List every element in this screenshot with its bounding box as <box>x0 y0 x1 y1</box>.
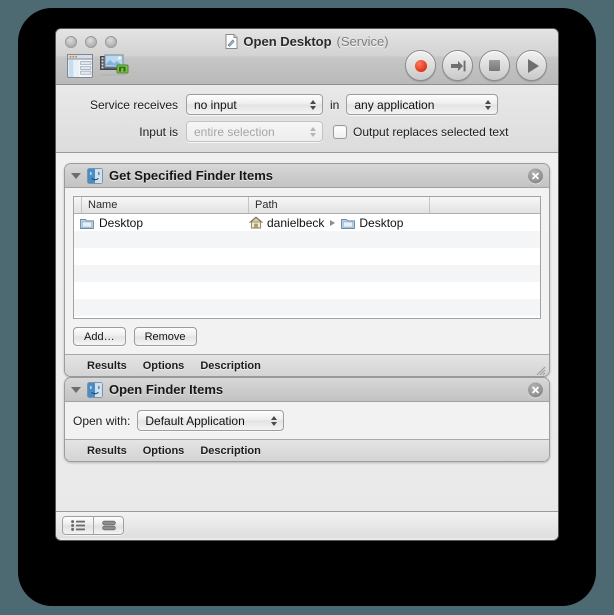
window-titlebar[interactable]: Open Desktop (Service) <box>56 29 558 85</box>
chevron-down-icon[interactable] <box>71 386 81 393</box>
finder-icon <box>87 167 103 184</box>
remove-button[interactable]: Remove <box>133 327 197 346</box>
input-is-select: entire selection <box>186 121 323 142</box>
toolbar-right-group <box>405 50 547 81</box>
automator-window: Open Desktop (Service) Service receives … <box>55 28 559 541</box>
step-button[interactable] <box>442 50 473 81</box>
table-column-name[interactable]: Name <box>82 197 249 213</box>
hide-library-icon[interactable] <box>67 54 93 83</box>
action-get-specified-finder-items[interactable]: Get Specified Finder Items Name Path Des… <box>64 163 550 377</box>
table-row[interactable]: Desktop danielbeck Desktop <box>74 214 540 231</box>
output-replaces-label: Output replaces selected text <box>353 124 509 139</box>
updown-arrows-icon <box>310 99 316 110</box>
media-browser-icon[interactable] <box>100 54 130 83</box>
table-column-icon[interactable] <box>74 197 82 213</box>
play-icon <box>527 58 539 73</box>
home-icon <box>248 216 264 229</box>
table-buttons: Add… Remove <box>73 327 541 346</box>
service-receives-select[interactable]: no input <box>186 94 323 115</box>
table-empty-row[interactable] <box>74 316 540 318</box>
action-title: Get Specified Finder Items <box>109 168 273 183</box>
service-receives-label: Service receives <box>89 97 178 112</box>
chevron-down-icon[interactable] <box>71 172 81 179</box>
finder-icon <box>87 381 103 398</box>
action-body: Name Path Desktop danielbeck Desktop Add… <box>65 188 549 354</box>
row-path-cell: danielbeck Desktop <box>248 215 404 230</box>
output-replaces-checkbox[interactable]: Output replaces selected text <box>333 124 509 139</box>
record-button[interactable] <box>405 50 436 81</box>
view-mode-segmented-control <box>62 515 124 535</box>
updown-arrows-icon <box>271 415 278 426</box>
toolbar-left-group <box>67 54 130 83</box>
updown-arrows-icon <box>310 126 316 137</box>
in-label: in <box>330 97 340 112</box>
table-empty-row[interactable] <box>74 248 540 265</box>
tab-options[interactable]: Options <box>143 360 185 372</box>
resize-handle[interactable] <box>535 363 546 376</box>
stacked-view-icon[interactable] <box>93 516 123 534</box>
updown-arrows-icon <box>485 99 492 110</box>
run-button[interactable] <box>516 50 547 81</box>
open-with-label: Open with: <box>73 413 131 428</box>
tab-description[interactable]: Description <box>200 445 261 457</box>
window-title-text: Open Desktop <box>243 34 332 49</box>
action-header[interactable]: Get Specified Finder Items <box>65 164 549 188</box>
window-title-suffix: (Service) <box>336 34 389 49</box>
path-part-text: Desktop <box>359 215 404 230</box>
action-open-finder-items[interactable]: Open Finder Items Open with: Default App… <box>64 377 550 462</box>
stop-button[interactable] <box>479 50 510 81</box>
action-title: Open Finder Items <box>109 382 224 397</box>
input-is-value: entire selection <box>194 124 275 139</box>
input-is-row: Input is entire selection Output replace… <box>66 120 548 143</box>
table-empty-row[interactable] <box>74 299 540 316</box>
open-with-select[interactable]: Default Application <box>137 410 285 431</box>
finder-items-table[interactable]: Name Path Desktop danielbeck Desktop <box>73 196 541 319</box>
stop-icon <box>489 60 500 71</box>
table-column-extra[interactable] <box>430 197 540 213</box>
checkbox-box-icon <box>333 124 347 139</box>
open-with-row: Open with: Default Application <box>73 410 541 431</box>
path-part-text: danielbeck <box>267 215 325 230</box>
tab-results[interactable]: Results <box>87 360 127 372</box>
input-is-label: Input is <box>139 124 178 139</box>
folder-icon <box>80 217 94 229</box>
add-button[interactable]: Add… <box>73 327 126 346</box>
action-footer: Results Options Description <box>65 439 549 461</box>
chevron-right-icon <box>330 219 336 226</box>
action-footer: Results Options Description <box>65 354 549 376</box>
service-settings-panel: Service receives no input in any applica… <box>56 85 558 153</box>
action-header[interactable]: Open Finder Items <box>65 378 549 402</box>
application-select[interactable]: any application <box>346 94 499 115</box>
row-name-text: Desktop <box>99 215 144 230</box>
action-body: Open with: Default Application <box>65 402 549 439</box>
close-icon[interactable] <box>528 168 543 183</box>
application-value: any application <box>354 97 435 112</box>
workflow-canvas[interactable]: Get Specified Finder Items Name Path Des… <box>56 153 558 511</box>
open-with-value: Default Application <box>145 413 245 428</box>
table-empty-row[interactable] <box>74 231 540 248</box>
tab-options[interactable]: Options <box>143 445 185 457</box>
workflow-document-icon <box>225 34 238 49</box>
close-icon[interactable] <box>528 382 543 397</box>
row-name-cell: Desktop <box>80 216 249 230</box>
folder-icon <box>341 217 356 229</box>
page-title: Open Desktop (Service) <box>56 34 558 49</box>
tab-results[interactable]: Results <box>87 445 127 457</box>
table-column-path[interactable]: Path <box>249 197 430 213</box>
window-bottom-bar <box>56 511 558 538</box>
list-view-icon[interactable] <box>63 516 93 534</box>
service-receives-value: no input <box>194 97 237 112</box>
table-header-row: Name Path <box>74 197 540 214</box>
step-icon <box>450 60 465 71</box>
table-empty-row[interactable] <box>74 282 540 299</box>
tab-description[interactable]: Description <box>200 360 261 372</box>
service-receives-row: Service receives no input in any applica… <box>66 93 548 116</box>
record-icon <box>414 59 427 72</box>
table-empty-row[interactable] <box>74 265 540 282</box>
